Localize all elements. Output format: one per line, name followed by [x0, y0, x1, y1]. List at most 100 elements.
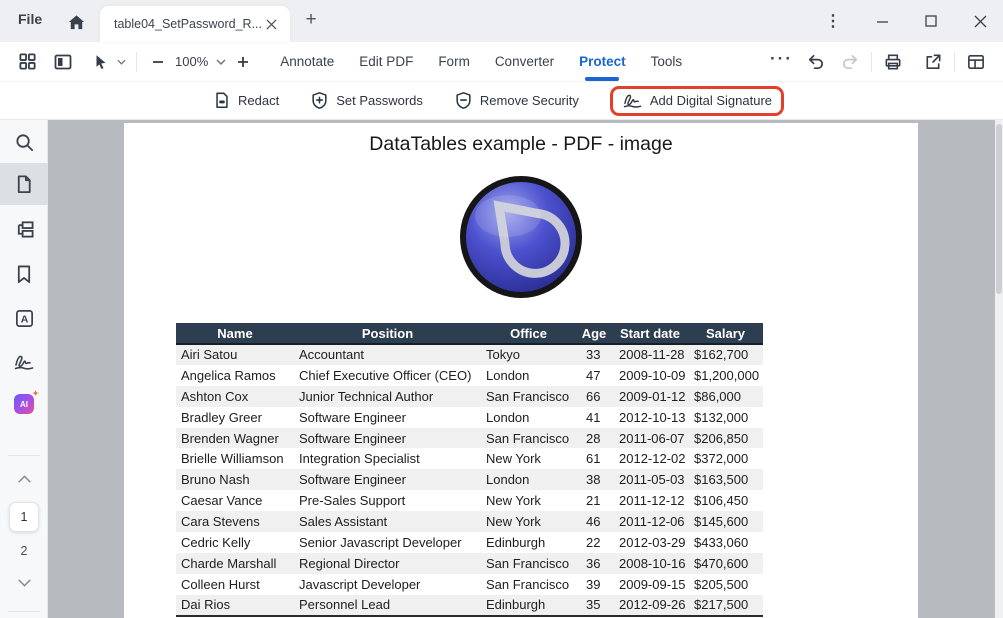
sidebar-ai-assistant-button[interactable]: AI [0, 383, 48, 425]
table-cell: London [481, 365, 576, 386]
column-header: Name [176, 323, 294, 344]
home-icon [67, 13, 86, 32]
more-menu-icon[interactable]: ⋮ [822, 10, 844, 32]
side-panel-icon[interactable] [50, 49, 76, 75]
table-cell: 2012-09-26 [612, 595, 688, 616]
set-passwords-button[interactable]: Set Passwords [310, 91, 423, 110]
table-cell: Ashton Cox [176, 386, 294, 407]
home-button[interactable] [64, 10, 88, 34]
table-cell: 47 [576, 365, 612, 386]
plus-icon: + [305, 9, 316, 31]
close-icon[interactable] [969, 10, 991, 32]
pdf-data-table: NamePositionOfficeAgeStart dateSalary Ai… [176, 323, 763, 617]
tab-form[interactable]: Form [438, 42, 470, 82]
add-digital-signature-button[interactable]: Add Digital Signature [622, 92, 772, 110]
table-row: Bradley GreerSoftware EngineerLondon4120… [176, 407, 763, 428]
highlight-box: Add Digital Signature [610, 86, 784, 116]
tab-annotate[interactable]: Annotate [280, 42, 334, 82]
print-icon[interactable] [880, 49, 906, 75]
table-cell: Edinburgh [481, 595, 576, 616]
remove-security-button[interactable]: Remove Security [454, 91, 579, 110]
cursor-dropdown-icon[interactable] [114, 49, 128, 75]
toolbar-tabs: Annotate Edit PDF Form Converter Protect Tool… [280, 42, 682, 82]
sidebar-page-thumbnails-button[interactable] [0, 163, 48, 205]
table-cell: 2012-10-13 [612, 407, 688, 428]
table-cell: Brenden Wagner [176, 428, 294, 449]
shield-minus-icon [454, 91, 473, 110]
maximize-icon[interactable] [920, 10, 942, 32]
table-cell: Software Engineer [294, 469, 481, 490]
new-tab-button[interactable]: + [300, 9, 322, 31]
previous-page-button[interactable] [0, 469, 48, 489]
table-cell: $145,600 [688, 511, 763, 532]
table-cell: Brielle Williamson [176, 448, 294, 469]
thumbnail-grid-icon[interactable] [14, 49, 40, 75]
table-cell: 2009-09-15 [612, 574, 688, 595]
page-number-current[interactable]: 1 [9, 502, 39, 532]
table-cell: $162,700 [688, 344, 763, 365]
redact-button[interactable]: Redact [213, 91, 279, 110]
table-cell: $206,850 [688, 428, 763, 449]
redo-icon[interactable] [837, 49, 863, 75]
table-cell: Pre-Sales Support [294, 490, 481, 511]
table-cell: Senior Javascript Developer [294, 532, 481, 553]
table-cell: San Francisco [481, 428, 576, 449]
tab-converter[interactable]: Converter [495, 42, 554, 82]
table-cell: 35 [576, 595, 612, 616]
text-annotation-icon: A [14, 308, 35, 329]
chevron-up-icon [18, 475, 31, 483]
more-tools-icon[interactable]: ··· [770, 49, 793, 69]
table-cell: Caesar Vance [176, 490, 294, 511]
sidebar-outline-button[interactable] [0, 208, 48, 250]
pdf-table-body: Airi SatouAccountantTokyo332008-11-28$16… [176, 344, 763, 616]
document-tab[interactable]: table04_SetPassword_R... [100, 6, 290, 42]
table-cell: 2011-05-03 [612, 469, 688, 490]
table-row: Charde MarshallRegional DirectorSan Fran… [176, 553, 763, 574]
sidebar-signature-button[interactable] [0, 341, 48, 383]
column-header: Age [576, 323, 612, 344]
vertical-scrollbar[interactable] [995, 120, 1003, 618]
table-cell: Dai Rios [176, 595, 294, 616]
next-page-button[interactable] [0, 573, 48, 593]
svg-text:A: A [20, 313, 28, 325]
redact-label: Redact [238, 93, 279, 108]
sidebar-divider-bottom [8, 611, 40, 612]
tab-close-icon[interactable] [262, 15, 280, 33]
table-row: Caesar VancePre-Sales SupportNew York212… [176, 490, 763, 511]
share-export-icon[interactable] [920, 49, 946, 75]
table-row: Cara StevensSales AssistantNew York46201… [176, 511, 763, 532]
zoom-in-icon[interactable] [230, 49, 256, 75]
table-cell: $1,200,000 [688, 365, 763, 386]
table-row: Bruno NashSoftware EngineerLondon382011-… [176, 469, 763, 490]
sidebar-search-button[interactable] [0, 121, 48, 163]
page-number-2[interactable]: 2 [0, 541, 48, 561]
chevron-down-icon [18, 579, 31, 587]
main-area: A AI 1 2 [0, 120, 1003, 618]
page-thumbnails-icon [14, 174, 34, 195]
table-cell: $132,000 [688, 407, 763, 428]
column-header: Office [481, 323, 576, 344]
sidebar-text-annotation-button[interactable]: A [0, 297, 48, 339]
page-layout-icon[interactable] [963, 49, 989, 75]
minimize-icon[interactable] [871, 10, 893, 32]
sidebar-bookmark-button[interactable] [0, 253, 48, 295]
zoom-out-icon[interactable] [145, 49, 171, 75]
zoom-level: 100% [175, 54, 208, 69]
select-cursor-icon[interactable] [88, 49, 114, 75]
redact-icon [213, 91, 231, 110]
left-sidebar: A AI 1 2 [0, 120, 48, 618]
table-row: Cedric KellySenior Javascript DeveloperE… [176, 532, 763, 553]
tab-protect[interactable]: Protect [579, 42, 626, 82]
tab-edit-pdf[interactable]: Edit PDF [359, 42, 413, 82]
scrollbar-thumb[interactable] [996, 124, 1002, 294]
table-cell: Junior Technical Author [294, 386, 481, 407]
zoom-dropdown-icon[interactable] [212, 49, 230, 75]
file-menu[interactable]: File [18, 11, 42, 27]
table-cell: 33 [576, 344, 612, 365]
undo-icon[interactable] [803, 49, 829, 75]
table-cell: Accountant [294, 344, 481, 365]
tab-tools[interactable]: Tools [651, 42, 683, 82]
remove-security-label: Remove Security [480, 93, 579, 108]
table-cell: $372,000 [688, 448, 763, 469]
shield-plus-icon [310, 91, 329, 110]
